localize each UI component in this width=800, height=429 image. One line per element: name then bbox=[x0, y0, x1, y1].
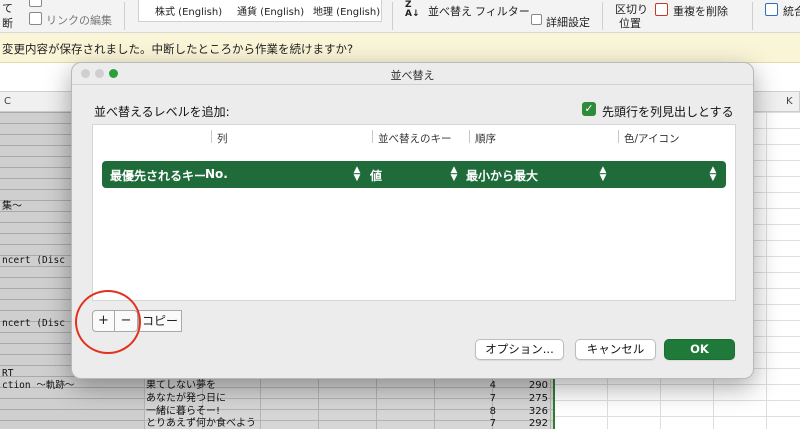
cell-number[interactable]: 7 bbox=[456, 393, 496, 404]
link-edit-icon bbox=[29, 12, 42, 25]
sort-levels-table: 列 並べ替えのキー 順序 色/アイコン 最優先されるキー No. ▲ ▼ 値 ▲ ▼… bbox=[92, 124, 736, 301]
cell-text[interactable]: 集〜 bbox=[2, 201, 22, 212]
ok-button[interactable]: OK bbox=[664, 339, 735, 360]
advanced-filter-icon bbox=[531, 14, 542, 25]
data-type-stocks[interactable]: 株式 (English) bbox=[155, 3, 222, 18]
ribbon-separator bbox=[124, 2, 125, 30]
column-select-chevron-icon[interactable]: ▲ ▼ bbox=[352, 166, 362, 183]
ribbon-separator bbox=[602, 2, 603, 30]
autorecover-message-bar: 変更内容が保存されました。中断したところから作業を続けますか? bbox=[0, 33, 800, 63]
data-type-geography[interactable]: 地理 (English) bbox=[313, 3, 380, 18]
cell-song[interactable]: あなたが発つ日に bbox=[146, 393, 226, 404]
column-divider bbox=[211, 130, 212, 143]
header-row-label[interactable]: 先頭行を列見出しとする bbox=[602, 103, 734, 120]
consolidate-icon bbox=[765, 3, 778, 16]
filter-button[interactable]: フィルター bbox=[475, 3, 530, 19]
ribbon-separator bbox=[752, 2, 753, 30]
column-header-order: 順序 bbox=[475, 133, 496, 145]
ribbon-separator bbox=[392, 2, 393, 30]
options-button[interactable]: オプション... bbox=[475, 339, 564, 360]
column-divider bbox=[469, 130, 470, 143]
dialog-titlebar[interactable]: 並べ替え bbox=[72, 63, 753, 85]
column-header-column: 列 bbox=[217, 133, 228, 145]
copy-level-button[interactable]: コピー bbox=[138, 310, 182, 332]
order-select-chevron-icon[interactable]: ▲ ▼ bbox=[598, 166, 608, 183]
cell-text[interactable]: ction 〜軌跡〜 bbox=[2, 380, 74, 391]
sort-button[interactable]: 並べ替え bbox=[428, 3, 472, 19]
sort-on-select[interactable]: 値 bbox=[370, 167, 382, 184]
dialog-title: 並べ替え bbox=[390, 69, 435, 82]
cell-number[interactable]: 7 bbox=[456, 418, 496, 429]
cell-song[interactable]: 果てしない夢を bbox=[146, 380, 216, 391]
advanced-filter-button[interactable]: 詳細設定 bbox=[546, 14, 590, 30]
cell-song[interactable]: とりあえず何か食べよう bbox=[146, 418, 256, 429]
text-to-columns-label-2[interactable]: 位置 bbox=[619, 15, 641, 31]
ribbon-fragment-bottom: 断 bbox=[2, 17, 13, 30]
cell-text[interactable]: RT bbox=[2, 368, 13, 379]
sort-level-row[interactable]: 最優先されるキー No. ▲ ▼ 値 ▲ ▼ 最小から最大 ▲ ▼ ▲ ▼ bbox=[102, 161, 726, 188]
add-level-label: 並べ替えるレベルを追加: bbox=[94, 105, 230, 119]
edit-links-button[interactable]: リンクの編集 bbox=[46, 12, 112, 28]
color-icon-select-chevron-icon[interactable]: ▲ ▼ bbox=[708, 166, 718, 183]
column-header-sort-on: 並べ替えのキー bbox=[378, 133, 452, 145]
column-header-color-icon: 色/アイコン bbox=[624, 133, 680, 145]
autorecover-message: 変更内容が保存されました。中断したところから作業を続けますか? bbox=[2, 42, 354, 56]
data-type-currency[interactable]: 通貨 (English) bbox=[237, 3, 304, 18]
header-row-checkbox[interactable]: ✓ bbox=[582, 102, 596, 116]
column-divider bbox=[372, 130, 373, 143]
cell-number[interactable]: 290 bbox=[508, 380, 548, 391]
cell-number[interactable]: 8 bbox=[456, 406, 496, 417]
cancel-button[interactable]: キャンセル bbox=[575, 339, 656, 360]
cell-number[interactable]: 292 bbox=[508, 418, 548, 429]
highlight-circle-annotation bbox=[75, 290, 141, 354]
sort-on-select-chevron-icon[interactable]: ▲ ▼ bbox=[449, 166, 459, 183]
order-select[interactable]: 最小から最大 bbox=[466, 167, 538, 184]
sort-dialog: 並べ替え 並べ替えるレベルを追加: ✓ 先頭行を列見出しとする 列 並べ替えのキ… bbox=[71, 62, 754, 379]
cell-number[interactable]: 275 bbox=[508, 393, 548, 404]
column-divider bbox=[618, 130, 619, 143]
level-label: 最優先されるキー bbox=[110, 169, 207, 183]
consolidate-button[interactable]: 統合 bbox=[783, 3, 800, 19]
ribbon: て 断 リンクの編集 株式 (English) 通貨 (English) 地理 … bbox=[0, 0, 800, 33]
cell-number[interactable]: 4 bbox=[456, 380, 496, 391]
data-types-gallery[interactable]: 株式 (English) 通貨 (English) 地理 (English) bbox=[138, 0, 382, 22]
cell-song[interactable]: 一緒に暮らそー! bbox=[146, 406, 220, 417]
sort-az-icon[interactable]: Z A↓ bbox=[405, 1, 420, 19]
document-icon bbox=[29, 0, 42, 7]
column-select[interactable]: No. bbox=[205, 167, 228, 181]
remove-duplicates-icon bbox=[655, 3, 668, 16]
remove-duplicates-button[interactable]: 重複を削除 bbox=[673, 3, 728, 19]
cell-number[interactable]: 326 bbox=[508, 406, 548, 417]
ribbon-fragment-top: て bbox=[2, 2, 13, 15]
